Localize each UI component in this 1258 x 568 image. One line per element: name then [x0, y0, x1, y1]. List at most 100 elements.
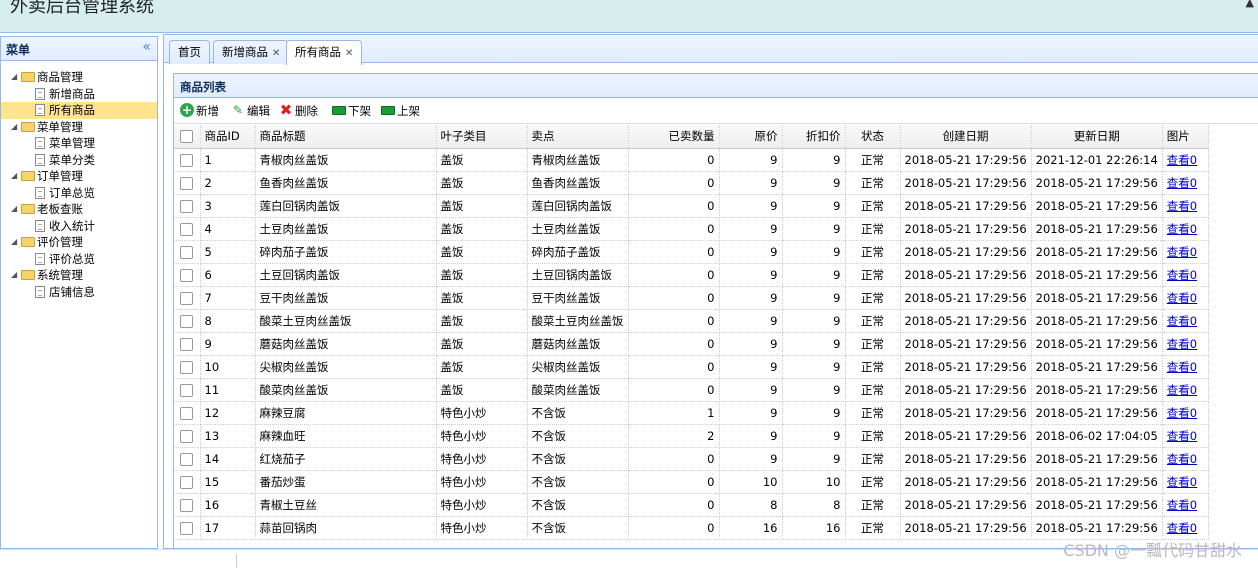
menu-group[interactable]: ◢ 评价管理: [1, 234, 157, 251]
row-checkbox[interactable]: [180, 475, 194, 489]
expand-toggle-icon[interactable]: ◢: [11, 69, 21, 85]
menu-item[interactable]: 订单总览: [1, 185, 157, 202]
view-image-link[interactable]: 查看0: [1167, 452, 1197, 466]
table-row[interactable]: 4 土豆肉丝盖饭 盖饭 土豆肉丝盖饭 0 9 9 正常 2018-05-21 17:29:56 2…: [174, 217, 1209, 241]
menu-item[interactable]: 收入统计: [1, 218, 157, 235]
table-row[interactable]: 5 碎肉茄子盖饭 盖饭 碎肉茄子盖饭 0 9 9 正常 2018-05-21 17:29:56 2…: [174, 240, 1209, 264]
row-checkbox[interactable]: [180, 291, 194, 305]
select-all-checkbox[interactable]: [180, 130, 194, 144]
table-row[interactable]: 7 豆干肉丝盖饭 盖饭 豆干肉丝盖饭 0 9 9 正常 2018-05-21 17:29:56 2…: [174, 286, 1209, 310]
row-checkbox[interactable]: [180, 406, 194, 420]
expand-toggle-icon[interactable]: ◢: [11, 119, 21, 135]
column-header[interactable]: 折扣价: [782, 125, 846, 149]
column-header[interactable]: 状态: [845, 125, 901, 149]
table-cell: 16: [200, 493, 256, 517]
menu-group[interactable]: ◢ 老板查账: [1, 201, 157, 218]
menu-group[interactable]: ◢ 菜单管理: [1, 119, 157, 136]
tab[interactable]: 所有商品 ✕: [286, 40, 363, 65]
table-row[interactable]: 10 尖椒肉丝盖饭 盖饭 尖椒肉丝盖饭 0 9 9 正常 2018-05-21 17:29:56…: [174, 355, 1209, 379]
menu-item[interactable]: 评价总览: [1, 251, 157, 268]
menu-group[interactable]: ◢ 系统管理: [1, 267, 157, 284]
expand-toggle-icon[interactable]: ◢: [11, 234, 21, 250]
view-image-link[interactable]: 查看0: [1167, 314, 1197, 328]
view-image-link[interactable]: 查看0: [1167, 199, 1197, 213]
row-checkbox[interactable]: [180, 498, 194, 512]
view-image-link[interactable]: 查看0: [1167, 475, 1197, 489]
menu-group[interactable]: ◢ 商品管理: [1, 69, 157, 86]
off-shelf-button[interactable]: 下架: [332, 103, 371, 120]
user-icon[interactable]: ▲: [1246, 0, 1254, 9]
view-image-link[interactable]: 查看0: [1167, 360, 1197, 374]
column-header[interactable]: 卖点: [527, 125, 629, 149]
tab[interactable]: 首页: [169, 40, 210, 64]
expand-toggle-icon[interactable]: ◢: [11, 201, 21, 217]
table-row[interactable]: 15 番茄炒蛋 特色小炒 不含饭 0 10 10 正常 2018-05-21 17:29:56 2…: [174, 470, 1209, 494]
table-row[interactable]: 16 青椒土豆丝 特色小炒 不含饭 0 8 8 正常 2018-05-21 17:29:56 20…: [174, 493, 1209, 517]
table-row[interactable]: 17 蒜苗回锅肉 特色小炒 不含饭 0 16 16 正常 2018-05-21 17:29:56…: [174, 516, 1209, 540]
menu-item[interactable]: 新增商品: [1, 86, 157, 103]
view-image-link[interactable]: 查看0: [1167, 222, 1197, 236]
row-checkbox[interactable]: [180, 521, 194, 535]
expand-toggle-icon[interactable]: ◢: [11, 267, 21, 283]
column-header[interactable]: 更新日期: [1031, 125, 1163, 149]
row-checkbox[interactable]: [180, 268, 194, 282]
view-image-link[interactable]: 查看0: [1167, 521, 1197, 535]
table-row[interactable]: 9 蘑菇肉丝盖饭 盖饭 蘑菇肉丝盖饭 0 9 9 正常 2018-05-21 17:29:56 2…: [174, 332, 1209, 356]
view-image-link[interactable]: 查看0: [1167, 176, 1197, 190]
column-header[interactable]: 图片: [1162, 125, 1209, 149]
menu-group[interactable]: ◢ 订单管理: [1, 168, 157, 185]
menu-item[interactable]: 菜单管理: [1, 135, 157, 152]
expand-toggle-icon[interactable]: ◢: [11, 168, 21, 184]
view-image-link[interactable]: 查看0: [1167, 429, 1197, 443]
row-checkbox[interactable]: [180, 199, 194, 213]
table-row[interactable]: 12 麻辣豆腐 特色小炒 不含饭 1 9 9 正常 2018-05-21 17:29:56 201…: [174, 401, 1209, 425]
view-image-link[interactable]: 查看0: [1167, 291, 1197, 305]
column-header[interactable]: 商品ID: [200, 125, 256, 149]
table-cell: 鱼香肉丝盖饭: [255, 171, 437, 195]
view-image-link[interactable]: 查看0: [1167, 383, 1197, 397]
tab[interactable]: 新增商品 ✕: [213, 40, 290, 64]
table-row[interactable]: 2 鱼香肉丝盖饭 盖饭 鱼香肉丝盖饭 0 9 9 正常 2018-05-21 17:29:56 2…: [174, 171, 1209, 195]
close-icon[interactable]: ✕: [345, 48, 353, 59]
close-icon[interactable]: ✕: [272, 48, 280, 59]
table-row[interactable]: 14 红烧茄子 特色小炒 不含饭 0 9 9 正常 2018-05-21 17:29:56 201…: [174, 447, 1209, 471]
column-header[interactable]: 已卖数量: [628, 125, 720, 149]
table-row[interactable]: 6 土豆回锅肉盖饭 盖饭 土豆回锅肉盖饭 0 9 9 正常 2018-05-21 17:29:5…: [174, 263, 1209, 287]
folder-icon: [21, 121, 35, 132]
table-row[interactable]: 11 酸菜肉丝盖饭 盖饭 酸菜肉丝盖饭 0 9 9 正常 2018-05-21 17:29:56…: [174, 378, 1209, 402]
menu-item[interactable]: 所有商品: [1, 102, 157, 119]
menu-item[interactable]: 店铺信息: [1, 284, 157, 301]
column-header[interactable]: 商品标题: [255, 125, 437, 149]
row-checkbox[interactable]: [180, 245, 194, 259]
row-checkbox[interactable]: [180, 314, 194, 328]
row-checkbox[interactable]: [180, 383, 194, 397]
on-shelf-button[interactable]: 上架: [381, 103, 420, 120]
column-header[interactable]: 叶子类目: [436, 125, 528, 149]
table-row[interactable]: 13 麻辣血旺 特色小炒 不含饭 2 9 9 正常 2018-05-21 17:29:56 201…: [174, 424, 1209, 448]
row-checkbox[interactable]: [180, 153, 194, 167]
column-header[interactable]: 原价: [719, 125, 783, 149]
view-image-link[interactable]: 查看0: [1167, 153, 1197, 167]
view-image-link[interactable]: 查看0: [1167, 498, 1197, 512]
menu-panel: 菜单 « ◢ 商品管理 新增商品 所有商品 ◢ 菜单管理 菜单管理 菜单分类 ◢ 订单管理 订单总览…: [0, 36, 158, 549]
delete-button[interactable]: ✖ 删除: [279, 103, 318, 120]
table-row[interactable]: 8 酸菜土豆肉丝盖饭 盖饭 酸菜土豆肉丝盖饭 0 9 9 正常 2018-05-21 17:29…: [174, 309, 1209, 333]
row-checkbox[interactable]: [180, 222, 194, 236]
row-checkbox[interactable]: [180, 176, 194, 190]
view-image-link[interactable]: 查看0: [1167, 268, 1197, 282]
table-row[interactable]: 3 莲白回锅肉盖饭 盖饭 莲白回锅肉盖饭 0 9 9 正常 2018-05-21 17:29:5…: [174, 194, 1209, 218]
row-checkbox[interactable]: [180, 452, 194, 466]
add-button[interactable]: + 新增: [180, 103, 219, 120]
view-image-link[interactable]: 查看0: [1167, 406, 1197, 420]
view-image-link[interactable]: 查看0: [1167, 245, 1197, 259]
row-checkbox[interactable]: [180, 360, 194, 374]
row-checkbox[interactable]: [180, 337, 194, 351]
edit-button[interactable]: ✎ 编辑: [231, 103, 270, 120]
menu-item[interactable]: 菜单分类: [1, 152, 157, 169]
row-checkbox[interactable]: [180, 429, 194, 443]
table-row[interactable]: 1 青椒肉丝盖饭 盖饭 青椒肉丝盖饭 0 9 9 正常 2018-05-21 17:29:56 2…: [174, 148, 1209, 172]
folder-icon: [21, 171, 35, 181]
view-image-link[interactable]: 查看0: [1167, 337, 1197, 351]
column-header[interactable]: 创建日期: [900, 125, 1032, 149]
collapse-icon[interactable]: «: [142, 39, 151, 55]
